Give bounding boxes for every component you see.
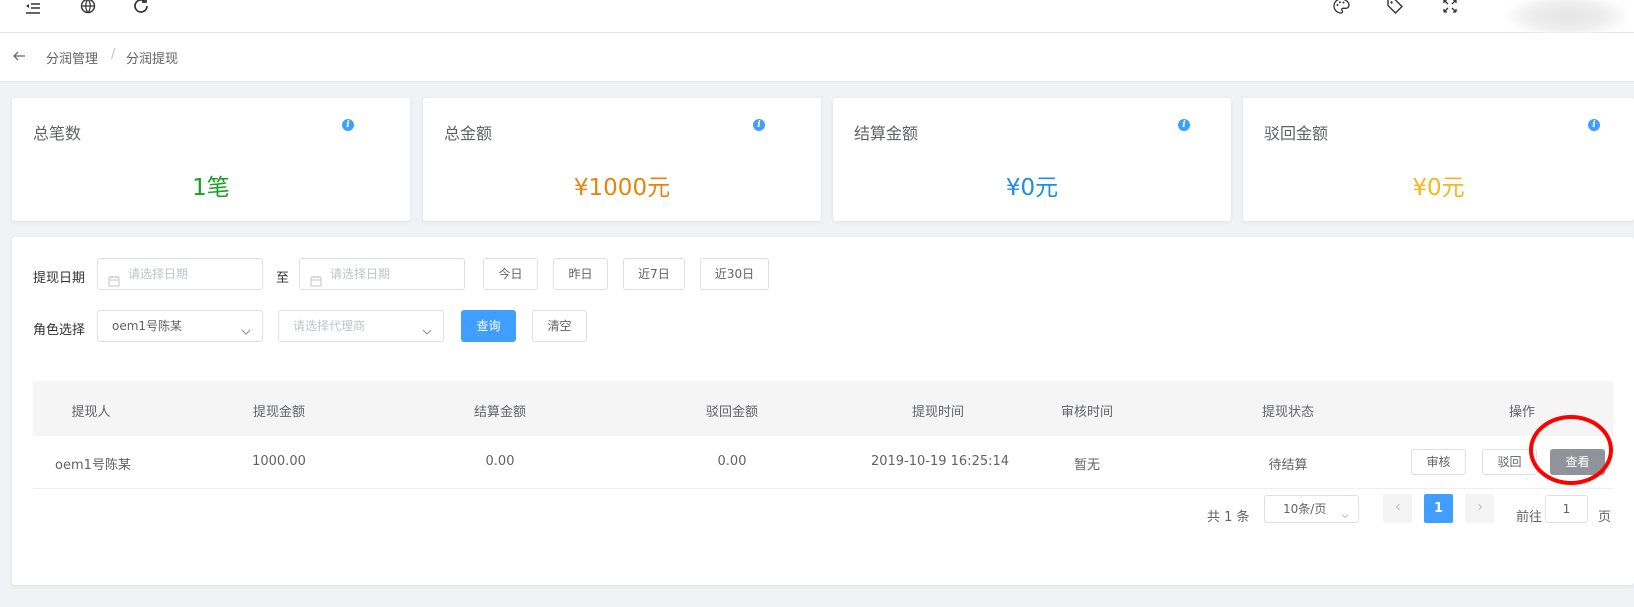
goto-prefix: 前往	[1516, 510, 1543, 525]
start-date-placeholder: 请选择日期	[128, 267, 189, 281]
cell-withdraw-amount: 1000.00	[252, 454, 306, 469]
today-button[interactable]: 今日	[483, 258, 538, 290]
next-page-button[interactable]	[1465, 494, 1494, 523]
date-range-separator: 至	[276, 271, 290, 286]
back-arrow-icon[interactable]	[11, 48, 27, 64]
column-header-withdrawer: 提现人	[71, 405, 111, 420]
start-date-input[interactable]: 请选择日期	[97, 258, 263, 290]
column-header-rejected-amount: 驳回金额	[705, 405, 759, 420]
breadcrumb-item-withdraw: 分润提现	[126, 52, 179, 67]
cell-withdraw-time: 2019-10-19 16:25:14	[870, 454, 1010, 469]
agent-select[interactable]: 请选择代理商	[278, 310, 444, 342]
end-date-placeholder: 请选择日期	[330, 267, 391, 281]
stat-card-total-count: 总笔数 i 1笔	[12, 98, 410, 221]
stat-card-rejected-amount: 驳回金额 i ¥0元	[1243, 98, 1634, 221]
cell-settled-amount: 0.00	[485, 454, 515, 469]
calendar-icon	[108, 268, 120, 287]
chevron-down-icon	[240, 319, 252, 335]
cell-review-time: 暂无	[1073, 458, 1101, 473]
breadcrumb-separator: /	[111, 47, 116, 62]
stat-value: ¥1000元	[573, 175, 671, 201]
last-30-days-button[interactable]: 近30日	[700, 258, 769, 290]
table-row: oem1号陈某 1000.00 0.00 0.00 2019-10-19 16:…	[33, 415, 1613, 489]
calendar-icon	[310, 268, 322, 287]
pagination-total: 共 1 条	[1207, 510, 1250, 525]
column-header-review-time: 审核时间	[1060, 405, 1114, 420]
chevron-down-icon	[421, 319, 433, 335]
column-header-status: 提现状态	[1261, 405, 1315, 420]
stat-value: ¥0元	[1005, 175, 1059, 201]
query-button[interactable]: 查询	[461, 310, 516, 342]
role-select[interactable]: oem1号陈某	[97, 310, 263, 342]
cell-withdrawer: oem1号陈某	[55, 458, 131, 473]
info-icon[interactable]: i	[342, 119, 354, 131]
info-icon[interactable]: i	[753, 119, 765, 131]
stat-title: 结算金额	[854, 124, 919, 143]
review-button[interactable]: 审核	[1411, 449, 1466, 475]
stat-title: 总金额	[444, 124, 493, 143]
goto-suffix: 页	[1598, 510, 1612, 525]
stat-title: 总笔数	[33, 124, 82, 143]
top-bar	[0, 0, 1634, 38]
goto-page-input[interactable]: 1	[1545, 495, 1588, 523]
last-7-days-button[interactable]: 近7日	[623, 258, 685, 290]
stat-title: 驳回金额	[1264, 124, 1329, 143]
table-header: 提现人 提现金额 结算金额 驳回金额 提现时间 审核时间 提现状态 操作	[33, 381, 1613, 436]
page-size-select[interactable]: 10条/页	[1264, 495, 1359, 523]
highlight-circle-annotation	[1529, 415, 1613, 485]
column-header-withdraw-time: 提现时间	[911, 405, 965, 420]
tag-icon[interactable]	[1386, 0, 1406, 17]
date-filter-label: 提现日期	[33, 271, 86, 286]
yesterday-button[interactable]: 昨日	[553, 258, 608, 290]
fullscreen-icon[interactable]	[1441, 0, 1461, 17]
stat-value: 1笔	[192, 175, 230, 201]
page-number-current[interactable]: 1	[1424, 494, 1453, 523]
end-date-input[interactable]: 请选择日期	[299, 258, 465, 290]
column-header-actions: 操作	[1508, 405, 1536, 420]
role-filter-label: 角色选择	[33, 323, 86, 338]
info-icon[interactable]: i	[1178, 119, 1190, 131]
cell-rejected-amount: 0.00	[717, 454, 747, 469]
globe-icon[interactable]	[79, 0, 99, 17]
info-icon[interactable]: i	[1588, 119, 1600, 131]
palette-icon[interactable]	[1332, 0, 1352, 17]
column-header-withdraw-amount: 提现金额	[252, 405, 306, 420]
stat-card-total-amount: 总金额 i ¥1000元	[423, 98, 821, 221]
page-size-value: 10条/页	[1283, 502, 1327, 516]
breadcrumb-item-distribution[interactable]: 分润管理	[46, 48, 98, 67]
agent-select-placeholder: 请选择代理商	[293, 319, 366, 333]
main-panel: 提现日期 请选择日期 至 请选择日期 今日 昨日 近7日 近30日 角色选择 o…	[12, 237, 1634, 585]
cell-status: 待结算	[1268, 458, 1308, 473]
breadcrumb-bar: 分润管理 / 分润提现	[0, 33, 1634, 82]
chevron-right-icon	[1477, 503, 1482, 511]
role-select-value: oem1号陈某	[112, 319, 183, 333]
stat-card-settled-amount: 结算金额 i ¥0元	[833, 98, 1231, 221]
refresh-icon[interactable]	[132, 0, 152, 17]
chevron-left-icon	[1395, 503, 1400, 511]
column-header-settled-amount: 结算金额	[473, 405, 527, 420]
menu-fold-icon[interactable]	[24, 0, 44, 17]
chevron-down-icon	[1340, 504, 1350, 519]
prev-page-button[interactable]	[1383, 494, 1412, 523]
stat-value: ¥0元	[1412, 175, 1465, 201]
clear-button[interactable]: 清空	[532, 310, 587, 342]
